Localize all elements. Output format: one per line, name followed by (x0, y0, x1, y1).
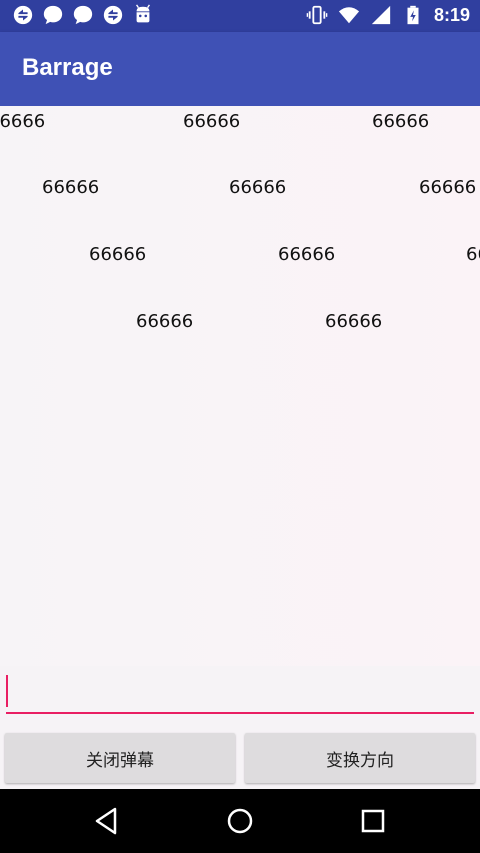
barrage-view: 6666 6 6666 6 6666 6 6666 6 6666 6 6666 6 6666… (0, 106, 480, 666)
system-icons: 8:19 (306, 4, 470, 26)
barrage-item: 66666 (183, 111, 241, 132)
input-underline (6, 712, 474, 714)
barrage-item: 66 (466, 244, 480, 265)
close-barrage-button[interactable]: 关闭弹幕 (5, 733, 235, 783)
barrage-item: 66666 (372, 111, 430, 132)
barrage-input[interactable] (6, 670, 474, 714)
recent-apps-icon[interactable] (357, 805, 389, 837)
barrage-item: 66666 (0, 111, 46, 132)
chat-bubble-icon (73, 5, 93, 25)
barrage-item: 66666 (419, 177, 477, 198)
chat-bubble-icon (43, 5, 63, 25)
wifi-icon (338, 7, 360, 24)
signal-icon (371, 5, 391, 25)
barrage-item: 66666 (42, 177, 100, 198)
app-bar: Barrage (0, 32, 480, 106)
battery-charging-icon (407, 5, 419, 25)
android-icon (136, 4, 150, 23)
back-icon[interactable] (91, 805, 123, 837)
clock: 8:19 (433, 4, 470, 25)
status-bar: 8:19 (0, 0, 480, 32)
app-title: Barrage (22, 54, 113, 81)
barrage-item: 66666 (89, 244, 147, 265)
barrage-input-field[interactable] (6, 670, 474, 716)
home-icon[interactable] (224, 805, 256, 837)
notification-icons (12, 4, 154, 26)
barrage-item: 66666 (325, 311, 383, 332)
sync-icon (103, 5, 123, 25)
barrage-item: 66666 (278, 244, 336, 265)
sync-icon (13, 5, 33, 25)
barrage-item: 66666 (136, 311, 194, 332)
vibrate-icon (306, 5, 328, 25)
switch-direction-button[interactable]: 变换方向 (245, 733, 475, 783)
barrage-item: 66666 (229, 177, 287, 198)
navigation-bar (0, 789, 480, 853)
text-cursor (6, 675, 8, 707)
